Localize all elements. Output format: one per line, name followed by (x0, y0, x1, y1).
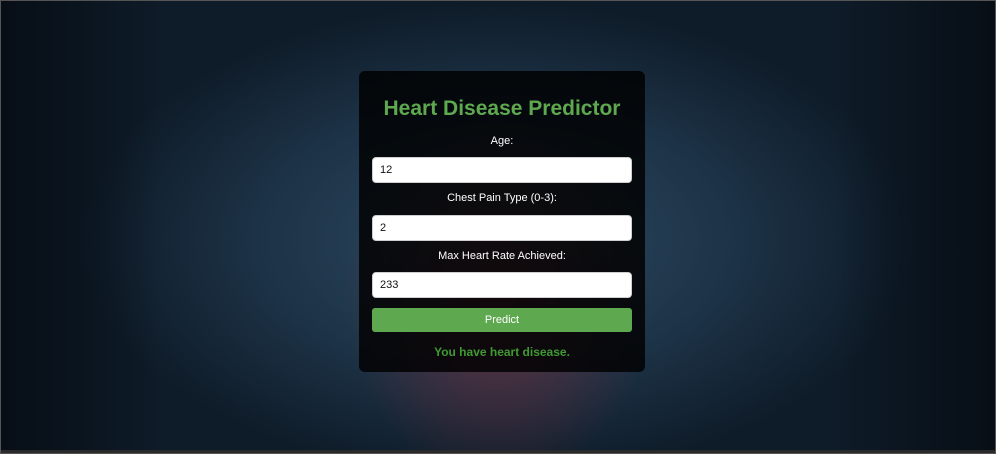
background-shade-left (0, 0, 160, 454)
prediction-result: You have heart disease. (434, 345, 570, 359)
background-shade-right (836, 0, 996, 454)
chest-pain-type-input[interactable]: 2 (372, 215, 632, 241)
form-title: Heart Disease Predictor (383, 97, 621, 120)
chest-pain-type-label: Chest Pain Type (0-3): (447, 192, 557, 204)
max-heart-rate-label: Max Heart Rate Achieved: (438, 250, 566, 262)
predict-button[interactable]: Predict (372, 308, 632, 332)
age-input[interactable]: 12 (372, 157, 632, 183)
bottom-bar (0, 450, 996, 454)
predictor-form-card: Heart Disease Predictor Age: 12 Chest Pa… (359, 71, 645, 372)
age-label: Age: (490, 135, 514, 147)
max-heart-rate-input[interactable]: 233 (372, 272, 632, 298)
